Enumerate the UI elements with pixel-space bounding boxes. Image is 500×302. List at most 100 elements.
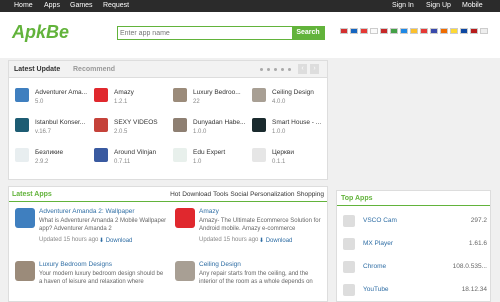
download-link[interactable]: ⬇ Download	[99, 237, 132, 244]
app-name[interactable]: Smart House - ...	[272, 119, 328, 126]
language-flag-icon[interactable]	[460, 28, 468, 34]
app-icon[interactable]	[252, 148, 266, 162]
language-flag-icon[interactable]	[450, 28, 458, 34]
app-icon[interactable]	[173, 148, 187, 162]
nav-apps[interactable]: Apps	[44, 0, 60, 12]
app-name[interactable]: Церкви	[272, 149, 328, 156]
app-name[interactable]: Безликие	[35, 149, 91, 156]
app-title-link[interactable]: Adventurer Amanda 2: Wallpaper	[39, 208, 135, 215]
app-item[interactable]: Dunyadan Habe... 1.0.0	[173, 118, 251, 148]
carousel-dot[interactable]	[267, 68, 270, 71]
app-name[interactable]: SEXY VIDEOS	[114, 119, 170, 126]
app-icon[interactable]	[343, 284, 355, 296]
language-flag-icon[interactable]	[420, 28, 428, 34]
top-app-name[interactable]: YouTube	[363, 286, 389, 293]
language-flag-icon[interactable]	[470, 28, 478, 34]
app-item[interactable]: Around Vilnjan 0.7.11	[94, 148, 172, 178]
carousel-dot[interactable]	[260, 68, 263, 71]
nav-mobile[interactable]: Mobile	[462, 0, 483, 12]
app-name[interactable]: Ceiling Design	[272, 89, 328, 96]
tab-latest-update[interactable]: Latest Update	[14, 66, 60, 73]
app-icon[interactable]	[252, 88, 266, 102]
category-link[interactable]: Hot	[170, 191, 180, 198]
language-flag-icon[interactable]	[370, 28, 378, 34]
carousel-dot[interactable]	[288, 68, 291, 71]
top-app-name[interactable]: Chrome	[363, 263, 386, 270]
app-icon[interactable]	[15, 208, 35, 228]
app-name[interactable]: Around Vilnjan	[114, 149, 170, 156]
app-icon[interactable]	[175, 208, 195, 228]
app-item[interactable]: Amazy 1.2.1	[94, 88, 172, 118]
nav-request[interactable]: Request	[103, 0, 129, 12]
nav-games[interactable]: Games	[70, 0, 93, 12]
category-link[interactable]: Shopping	[297, 191, 324, 198]
app-item[interactable]: Церкви 0.1.1	[252, 148, 330, 178]
category-link[interactable]: Social	[230, 191, 248, 198]
nav-sign-up[interactable]: Sign Up	[426, 0, 451, 12]
app-title-link[interactable]: Luxury Bedroom Designs	[39, 261, 112, 268]
app-name[interactable]: Amazy	[114, 89, 170, 96]
tab-recommend[interactable]: Recommend	[73, 66, 115, 73]
app-name[interactable]: Adventurer Ama...	[35, 89, 91, 96]
language-flag-icon[interactable]	[410, 28, 418, 34]
app-icon[interactable]	[173, 118, 187, 132]
app-item[interactable]: Istanbul Konser... v.16.7	[15, 118, 93, 148]
category-link[interactable]: Download	[182, 191, 211, 198]
language-flag-icon[interactable]	[360, 28, 368, 34]
app-icon[interactable]	[15, 118, 29, 132]
app-item[interactable]: SEXY VIDEOS 2.0.5	[94, 118, 172, 148]
app-icon[interactable]	[94, 118, 108, 132]
app-item[interactable]: Luxury Bedroo... 22	[173, 88, 251, 118]
app-name[interactable]: Luxury Bedroo...	[193, 89, 249, 96]
search-button[interactable]: Search	[292, 27, 324, 39]
app-icon[interactable]	[94, 148, 108, 162]
top-app-row[interactable]: MX Player 1.61.6	[341, 238, 487, 252]
search-input[interactable]	[120, 27, 292, 39]
language-flag-icon[interactable]	[440, 28, 448, 34]
language-flag-icon[interactable]	[380, 28, 388, 34]
top-app-row[interactable]: VSCO Cam 297.2	[341, 215, 487, 229]
language-flag-icon[interactable]	[350, 28, 358, 34]
app-icon[interactable]	[94, 88, 108, 102]
language-flag-icon[interactable]	[480, 28, 488, 34]
app-icon[interactable]	[15, 88, 29, 102]
category-link[interactable]: Personalization	[250, 191, 294, 198]
language-flag-icon[interactable]	[400, 28, 408, 34]
app-item[interactable]: Безликие 2.9.2	[15, 148, 93, 178]
top-app-name[interactable]: MX Player	[363, 240, 393, 247]
app-icon[interactable]	[15, 148, 29, 162]
top-app-version: 297.2	[470, 217, 487, 224]
carousel-prev-icon[interactable]: ‹	[298, 64, 307, 74]
app-icon[interactable]	[343, 215, 355, 227]
carousel-dot[interactable]	[274, 68, 277, 71]
site-logo[interactable]: ApkBe	[12, 22, 69, 43]
app-icon[interactable]	[173, 88, 187, 102]
app-item[interactable]: Edu Expert 1.0	[173, 148, 251, 178]
app-item[interactable]: Adventurer Ama... 5.0	[15, 88, 93, 118]
app-icon[interactable]	[252, 118, 266, 132]
app-title-link[interactable]: Amazy	[199, 208, 219, 215]
app-name[interactable]: Istanbul Konser...	[35, 119, 91, 126]
app-name[interactable]: Dunyadan Habe...	[193, 119, 249, 126]
app-version: 0.7.11	[114, 159, 131, 165]
app-item[interactable]: Ceiling Design 4.0.0	[252, 88, 330, 118]
top-app-row[interactable]: YouTube 18.12.34	[341, 284, 487, 298]
carousel-next-icon[interactable]: ›	[310, 64, 319, 74]
app-icon[interactable]	[343, 238, 355, 250]
language-flag-icon[interactable]	[340, 28, 348, 34]
category-link[interactable]: Tools	[213, 191, 228, 198]
app-icon[interactable]	[175, 261, 195, 281]
app-icon[interactable]	[343, 261, 355, 273]
app-icon[interactable]	[15, 261, 35, 281]
nav-sign-in[interactable]: Sign In	[392, 0, 414, 12]
top-app-row[interactable]: Chrome 108.0.535...	[341, 261, 487, 275]
app-name[interactable]: Edu Expert	[193, 149, 249, 156]
nav-home[interactable]: Home	[14, 0, 33, 12]
app-item[interactable]: Smart House - ... 1.0.0	[252, 118, 330, 148]
app-title-link[interactable]: Ceiling Design	[199, 261, 241, 268]
download-link[interactable]: ⬇ Download	[259, 237, 292, 244]
language-flag-icon[interactable]	[390, 28, 398, 34]
top-app-name[interactable]: VSCO Cam	[363, 217, 397, 224]
language-flag-icon[interactable]	[430, 28, 438, 34]
carousel-dot[interactable]	[281, 68, 284, 71]
